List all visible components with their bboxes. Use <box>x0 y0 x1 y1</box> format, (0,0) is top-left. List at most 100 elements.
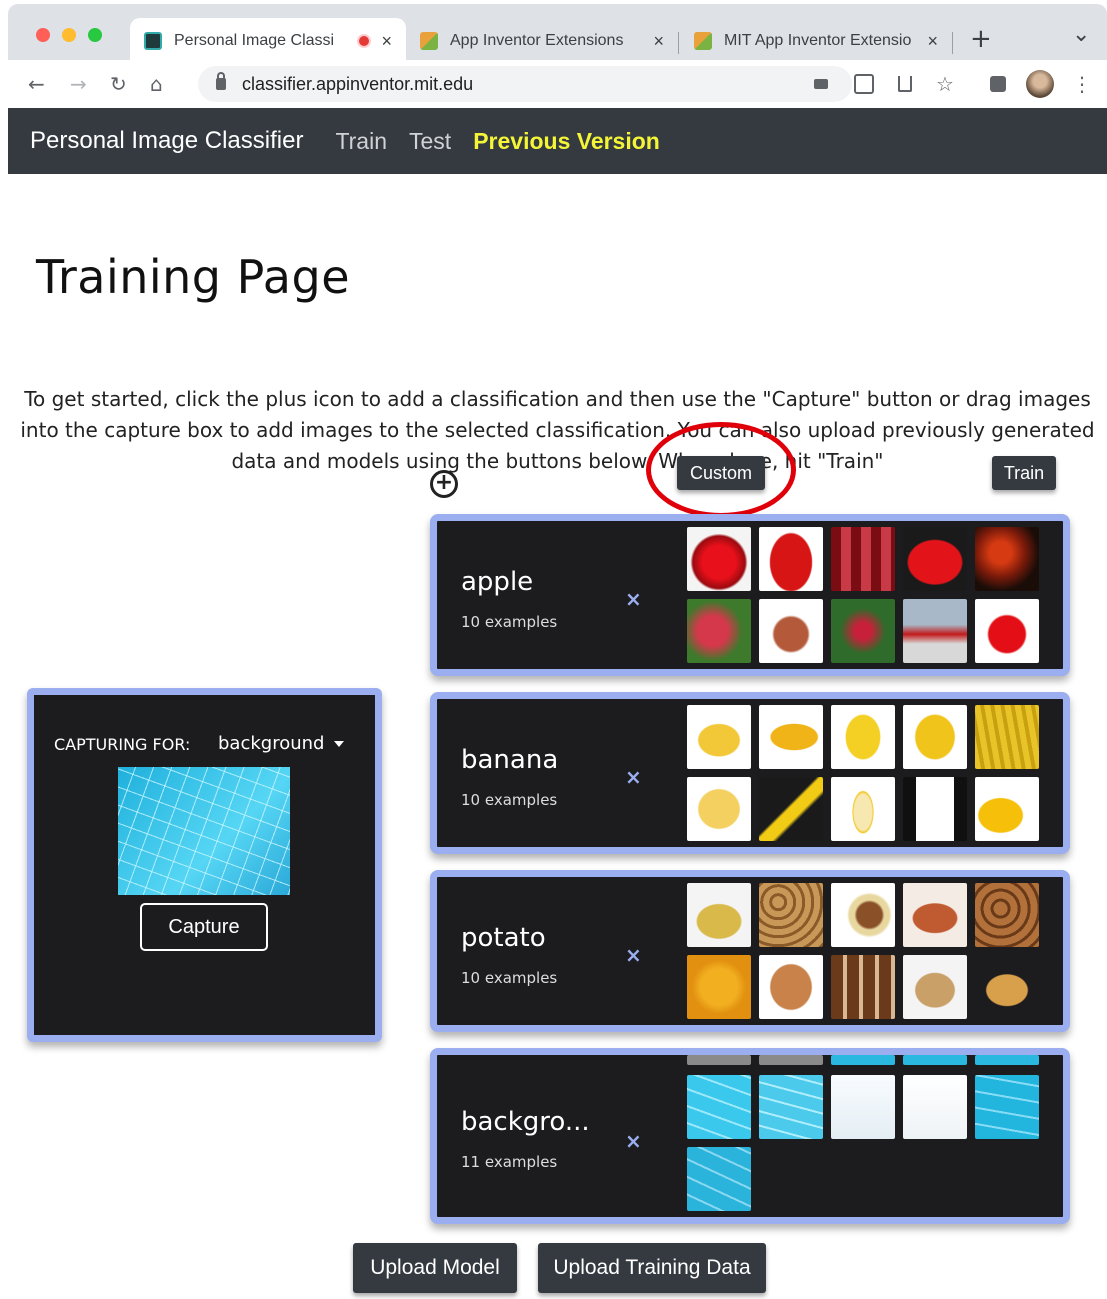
example-thumbnail[interactable] <box>759 1055 823 1065</box>
example-thumbnail[interactable] <box>975 1075 1039 1139</box>
example-thumbnail[interactable] <box>687 1055 751 1065</box>
class-name: backgro... <box>461 1107 590 1137</box>
example-thumbnail[interactable] <box>687 527 751 591</box>
nav-link-previous-version[interactable]: Previous Version <box>473 128 660 155</box>
example-thumbnail[interactable] <box>687 1147 751 1211</box>
class-example-count: 11 examples <box>461 1153 558 1171</box>
app-navbar: Personal Image Classifier Train Test Pre… <box>8 108 1107 174</box>
example-thumbnail[interactable] <box>687 883 751 947</box>
close-window-icon[interactable] <box>36 28 50 42</box>
tab-title: App Inventor Extensions <box>450 32 624 49</box>
share-icon[interactable] <box>898 76 912 92</box>
page-title: Training Page <box>36 250 350 304</box>
example-thumbnail[interactable] <box>831 1055 895 1065</box>
classifier-favicon-icon <box>144 32 162 50</box>
annotation-highlight-ring <box>646 422 796 518</box>
example-thumbnail[interactable] <box>975 599 1039 663</box>
capture-panel: CAPTURING FOR: background Capture <box>27 688 382 1042</box>
remove-class-icon[interactable]: × <box>625 1129 642 1153</box>
maximize-window-icon[interactable] <box>88 28 102 42</box>
reload-icon[interactable]: ↻ <box>110 72 127 96</box>
example-thumbnail[interactable] <box>831 777 895 841</box>
example-thumbnail[interactable] <box>687 599 751 663</box>
example-thumbnail[interactable] <box>831 955 895 1019</box>
example-thumbnail[interactable] <box>759 705 823 769</box>
example-thumbnail[interactable] <box>975 705 1039 769</box>
example-thumbnail[interactable] <box>759 955 823 1019</box>
example-thumbnail[interactable] <box>759 599 823 663</box>
example-thumbnail[interactable] <box>687 777 751 841</box>
example-thumbnail[interactable] <box>903 955 967 1019</box>
browser-menu-icon[interactable]: ⋮ <box>1072 72 1092 96</box>
example-thumbnail[interactable] <box>831 599 895 663</box>
class-name: apple <box>461 567 534 597</box>
train-button[interactable]: Train <box>992 456 1056 490</box>
close-tab-icon[interactable]: × <box>927 31 938 52</box>
example-thumbnail[interactable] <box>975 955 1039 1019</box>
class-name: banana <box>461 745 559 775</box>
example-thumbnail[interactable] <box>687 955 751 1019</box>
back-icon[interactable]: ← <box>28 72 45 96</box>
example-thumbnail[interactable] <box>975 777 1039 841</box>
tab-separator <box>678 32 679 54</box>
class-panel-background[interactable]: backgro... 11 examples × <box>430 1048 1070 1224</box>
capture-button[interactable]: Capture <box>140 903 268 951</box>
example-thumbnail[interactable] <box>831 1075 895 1139</box>
remove-class-icon[interactable]: × <box>625 943 642 967</box>
new-tab-icon[interactable]: + <box>970 24 992 54</box>
example-thumbnail[interactable] <box>903 527 967 591</box>
forward-icon[interactable]: → <box>70 72 87 96</box>
recording-icon <box>357 34 372 48</box>
example-thumbnail[interactable] <box>903 1075 967 1139</box>
home-icon[interactable]: ⌂ <box>150 72 163 96</box>
app-inventor-favicon-icon <box>420 32 438 50</box>
tab-search-icon[interactable]: ⌄ <box>1072 22 1090 47</box>
class-panel-potato[interactable]: potato 10 examples × <box>430 870 1070 1032</box>
example-thumbnail[interactable] <box>759 527 823 591</box>
example-thumbnail[interactable] <box>903 777 967 841</box>
nav-link-train[interactable]: Train <box>335 128 387 155</box>
minimize-window-icon[interactable] <box>62 28 76 42</box>
example-thumbnail[interactable] <box>975 883 1039 947</box>
remove-class-icon[interactable]: × <box>625 765 642 789</box>
example-thumbnail[interactable] <box>831 527 895 591</box>
profile-avatar[interactable] <box>1026 70 1054 98</box>
intro-text: To get started, click the plus icon to a… <box>20 387 1095 473</box>
tab-mit-app-inventor-extensions[interactable]: MIT App Inventor Extensio × <box>680 18 952 64</box>
tab-app-inventor-extensions[interactable]: App Inventor Extensions × <box>406 18 678 64</box>
example-thumbnail[interactable] <box>975 1055 1039 1065</box>
app-brand[interactable]: Personal Image Classifier <box>30 127 303 155</box>
close-tab-icon[interactable]: × <box>653 31 664 52</box>
remove-class-icon[interactable]: × <box>625 587 642 611</box>
example-thumbnail[interactable] <box>903 883 967 947</box>
capturing-for-label: CAPTURING FOR: <box>54 735 191 754</box>
class-panel-banana[interactable]: banana 10 examples × <box>430 692 1070 854</box>
tab-personal-image-classifier[interactable]: Personal Image Classi × <box>130 18 406 64</box>
example-thumbnail[interactable] <box>759 883 823 947</box>
example-thumbnail[interactable] <box>831 705 895 769</box>
extensions-icon[interactable] <box>990 76 1006 92</box>
close-tab-icon[interactable]: × <box>381 31 392 52</box>
caret-down-icon[interactable] <box>334 741 344 747</box>
address-bar[interactable]: classifier.appinventor.mit.edu <box>198 66 852 102</box>
example-thumbnail[interactable] <box>903 1055 967 1065</box>
example-thumbnail[interactable] <box>687 1075 751 1139</box>
example-thumbnail[interactable] <box>759 777 823 841</box>
lock-icon <box>216 72 226 90</box>
example-thumbnail[interactable] <box>759 1075 823 1139</box>
upload-training-data-button[interactable]: Upload Training Data <box>538 1243 766 1293</box>
tab-separator <box>952 32 953 54</box>
capture-class-dropdown[interactable]: background <box>218 733 324 754</box>
add-classification-icon[interactable]: + <box>430 470 458 498</box>
example-thumbnail[interactable] <box>975 527 1039 591</box>
example-thumbnail[interactable] <box>903 705 967 769</box>
example-thumbnail[interactable] <box>831 883 895 947</box>
nav-link-test[interactable]: Test <box>409 128 451 155</box>
example-thumbnail[interactable] <box>687 705 751 769</box>
upload-model-button[interactable]: Upload Model <box>353 1243 517 1293</box>
example-thumbnail[interactable] <box>903 599 967 663</box>
translate-icon[interactable] <box>854 74 874 94</box>
class-panel-apple[interactable]: apple 10 examples × <box>430 514 1070 676</box>
camera-icon[interactable] <box>814 79 828 89</box>
bookmark-star-icon[interactable]: ☆ <box>936 72 954 96</box>
